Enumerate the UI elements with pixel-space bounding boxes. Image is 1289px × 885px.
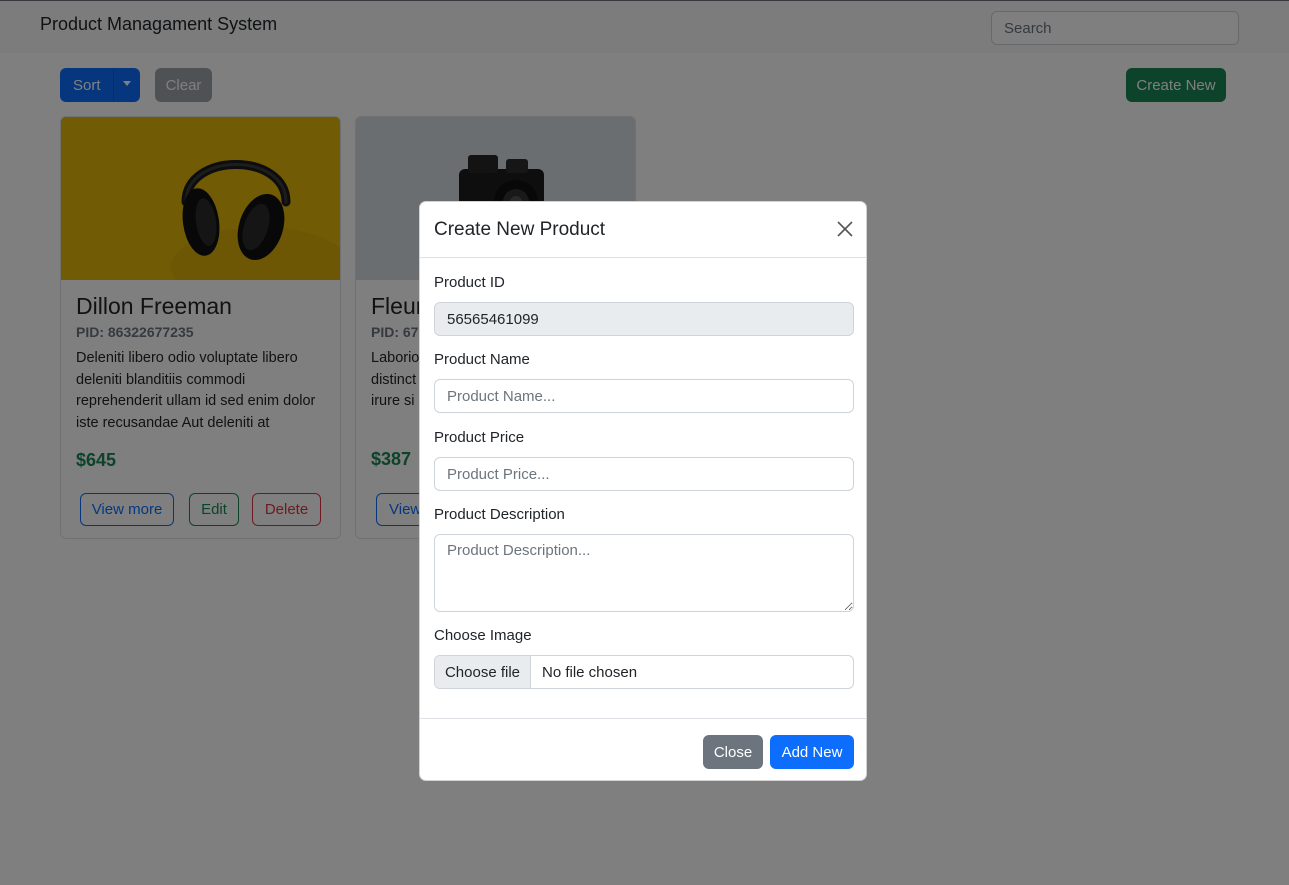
choose-image-label: Choose Image <box>434 627 532 644</box>
product-name-input[interactable] <box>434 379 854 413</box>
create-product-modal: Create New Product Product ID Product Na… <box>419 201 867 781</box>
product-id-label: Product ID <box>434 274 505 291</box>
product-id-field <box>434 302 854 336</box>
image-file-input[interactable]: Choose file No file chosen <box>434 655 854 689</box>
add-new-button[interactable]: Add New <box>770 735 854 769</box>
modal-title: Create New Product <box>434 219 606 240</box>
choose-file-button[interactable]: Choose file <box>435 656 531 688</box>
product-description-input[interactable] <box>434 534 854 612</box>
product-name-label: Product Name <box>434 351 530 368</box>
close-icon[interactable] <box>834 218 856 240</box>
product-price-label: Product Price <box>434 429 525 446</box>
file-name-text: No file chosen <box>542 663 638 681</box>
product-price-input[interactable] <box>434 457 854 491</box>
product-description-label: Product Description <box>434 506 565 523</box>
close-button[interactable]: Close <box>703 735 763 769</box>
modal-header: Create New Product <box>420 202 866 258</box>
modal-footer: Close Add New <box>420 718 866 782</box>
